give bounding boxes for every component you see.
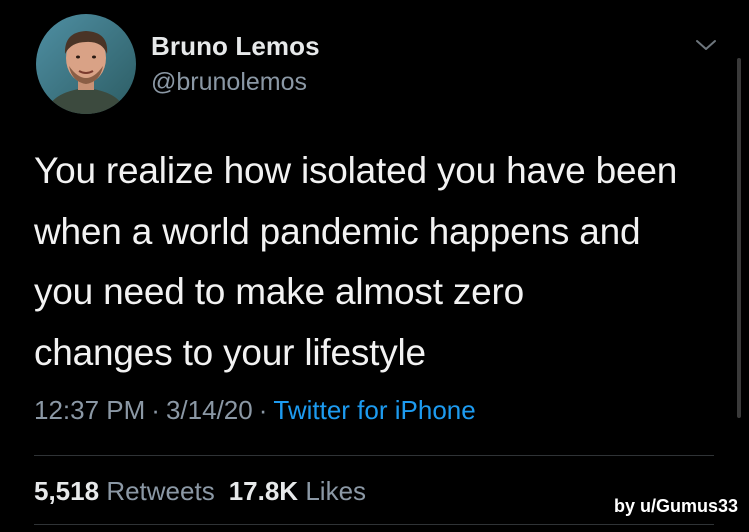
scrollbar[interactable] — [737, 58, 741, 418]
retweets-label: Retweets — [106, 476, 215, 506]
retweets-stat[interactable]: 5,518 Retweets — [34, 476, 215, 506]
divider — [34, 455, 714, 456]
likes-label: Likes — [305, 476, 367, 506]
divider — [34, 524, 714, 525]
tweet-text: You realize how isolated you have been w… — [34, 150, 678, 373]
chevron-down-icon[interactable] — [693, 36, 719, 54]
tweet-stats: 5,518 Retweets 17.8K Likes — [34, 476, 366, 507]
retweets-count: 5,518 — [34, 476, 100, 506]
tweet-date[interactable]: 3/14/20 — [166, 395, 253, 425]
tweet-meta: 12:37 PM · 3/14/20 · Twitter for iPhone — [34, 395, 476, 426]
meta-separator: · — [258, 395, 268, 425]
likes-count: 17.8K — [228, 476, 299, 506]
likes-stat[interactable]: 17.8K Likes — [229, 476, 366, 506]
display-name[interactable]: Bruno Lemos — [151, 31, 320, 62]
watermark: by u/Gumus33 — [614, 496, 739, 516]
meta-separator: · — [151, 395, 160, 425]
avatar[interactable] — [36, 14, 136, 114]
user-handle[interactable]: @brunolemos — [151, 68, 307, 97]
tweet-source-link[interactable]: Twitter for iPhone — [273, 395, 475, 425]
tweet-time: 12:37 PM — [34, 395, 146, 425]
